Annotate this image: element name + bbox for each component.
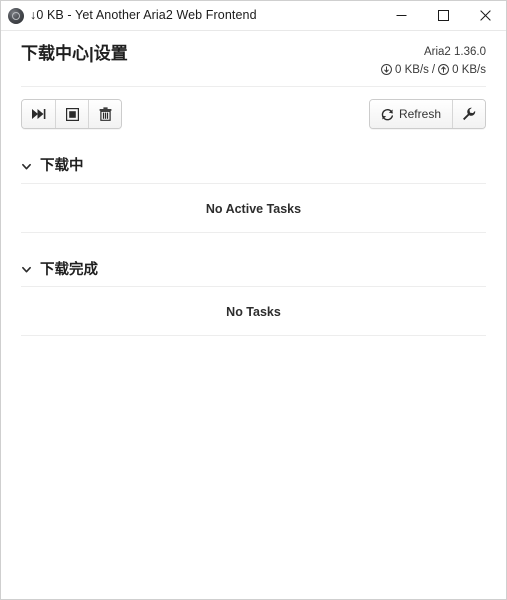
page-title: 下载中心|设置 [21,44,128,63]
download-speed-value: 0 KB/s [395,63,429,76]
fast-forward-icon [31,109,45,120]
section-completed-empty: No Tasks [21,287,486,337]
refresh-label: Refresh [398,107,441,122]
title-bar[interactable]: ↓0 KB - Yet Another Aria2 Web Frontend [1,1,506,31]
aria2-app-icon [8,7,24,24]
task-list-content: 下载中 No Active Tasks 下载完成 No Tasks [1,129,506,599]
section-completed: 下载完成 No Tasks [21,263,486,337]
section-downloading: 下载中 No Active Tasks [21,159,486,233]
settings-button[interactable] [452,100,485,129]
header-status: Aria2 1.36.0 0 KB/s / 0 KB/s [381,43,486,78]
minimize-button[interactable] [380,1,422,30]
close-button[interactable] [464,1,506,30]
chevron-down-icon [22,163,31,170]
chevron-down-icon [22,267,31,273]
close-icon [479,10,491,21]
section-downloading-empty: No Active Tasks [21,184,486,233]
circle-arrow-up-icon [438,64,450,76]
view-action-group: Refresh [368,99,486,130]
minimize-icon [396,15,406,16]
speed-separator: / [431,63,436,76]
aria2-version: Aria2 1.36.0 [423,46,486,58]
app-window: ↓0 KB - Yet Another Aria2 Web Frontend 下… [0,0,507,600]
section-completed-header[interactable]: 下载完成 [21,263,486,287]
maximize-icon [437,10,449,21]
section-downloading-title: 下载中 [40,158,84,175]
stop-button[interactable] [55,100,88,129]
page-header: 下载中心|设置 Aria2 1.36.0 0 KB/s / 0 KB/s [1,31,506,78]
window-title: ↓0 KB - Yet Another Aria2 Web Frontend [30,8,257,23]
window-controls [380,1,506,30]
resume-button[interactable] [22,100,55,129]
toolbar: Refresh [1,87,506,130]
section-completed-title: 下载完成 [40,261,98,278]
maximize-button[interactable] [422,1,464,30]
upload-speed-value: 0 KB/s [452,63,486,76]
delete-button[interactable] [88,100,121,129]
task-action-group [21,99,122,130]
trash-icon [99,107,111,122]
speed-indicators: 0 KB/s / 0 KB/s [381,62,486,79]
stop-square-icon [65,107,79,121]
refresh-button[interactable]: Refresh [369,100,452,129]
section-downloading-header[interactable]: 下载中 [21,159,486,183]
refresh-icon [381,108,393,121]
wrench-icon [463,107,476,121]
circle-arrow-down-icon [381,64,392,76]
